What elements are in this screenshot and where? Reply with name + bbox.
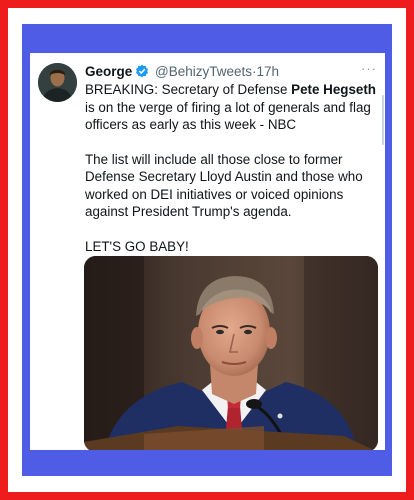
text-segment: BREAKING: Secretary of Defense [85,82,292,97]
tweet-photo[interactable] [84,256,378,450]
avatar[interactable] [38,63,77,102]
author-name[interactable]: George [85,64,132,79]
tweet-card[interactable]: George @BehizyTweets·17h ··· BREAKING: S… [30,53,385,450]
text-segment: is on the verge of firing a lot of gener… [85,99,371,133]
tweet-time[interactable]: 17h [257,64,280,79]
tweet-header: George @BehizyTweets·17h [85,62,375,82]
scrollbar[interactable] [382,95,384,145]
tweet-text: BREAKING: Secretary of Defense Pete Hegs… [85,81,380,255]
paragraph-1: BREAKING: Secretary of Defense Pete Hegs… [85,81,380,134]
author-handle[interactable]: @BehizyTweets [155,64,252,79]
paragraph-3: LET'S GO BABY! [85,238,189,254]
paragraph-2: The list will include all those close to… [85,151,363,220]
more-options-icon[interactable]: ··· [361,62,377,75]
bold-name: Pete Hegseth [291,82,376,97]
